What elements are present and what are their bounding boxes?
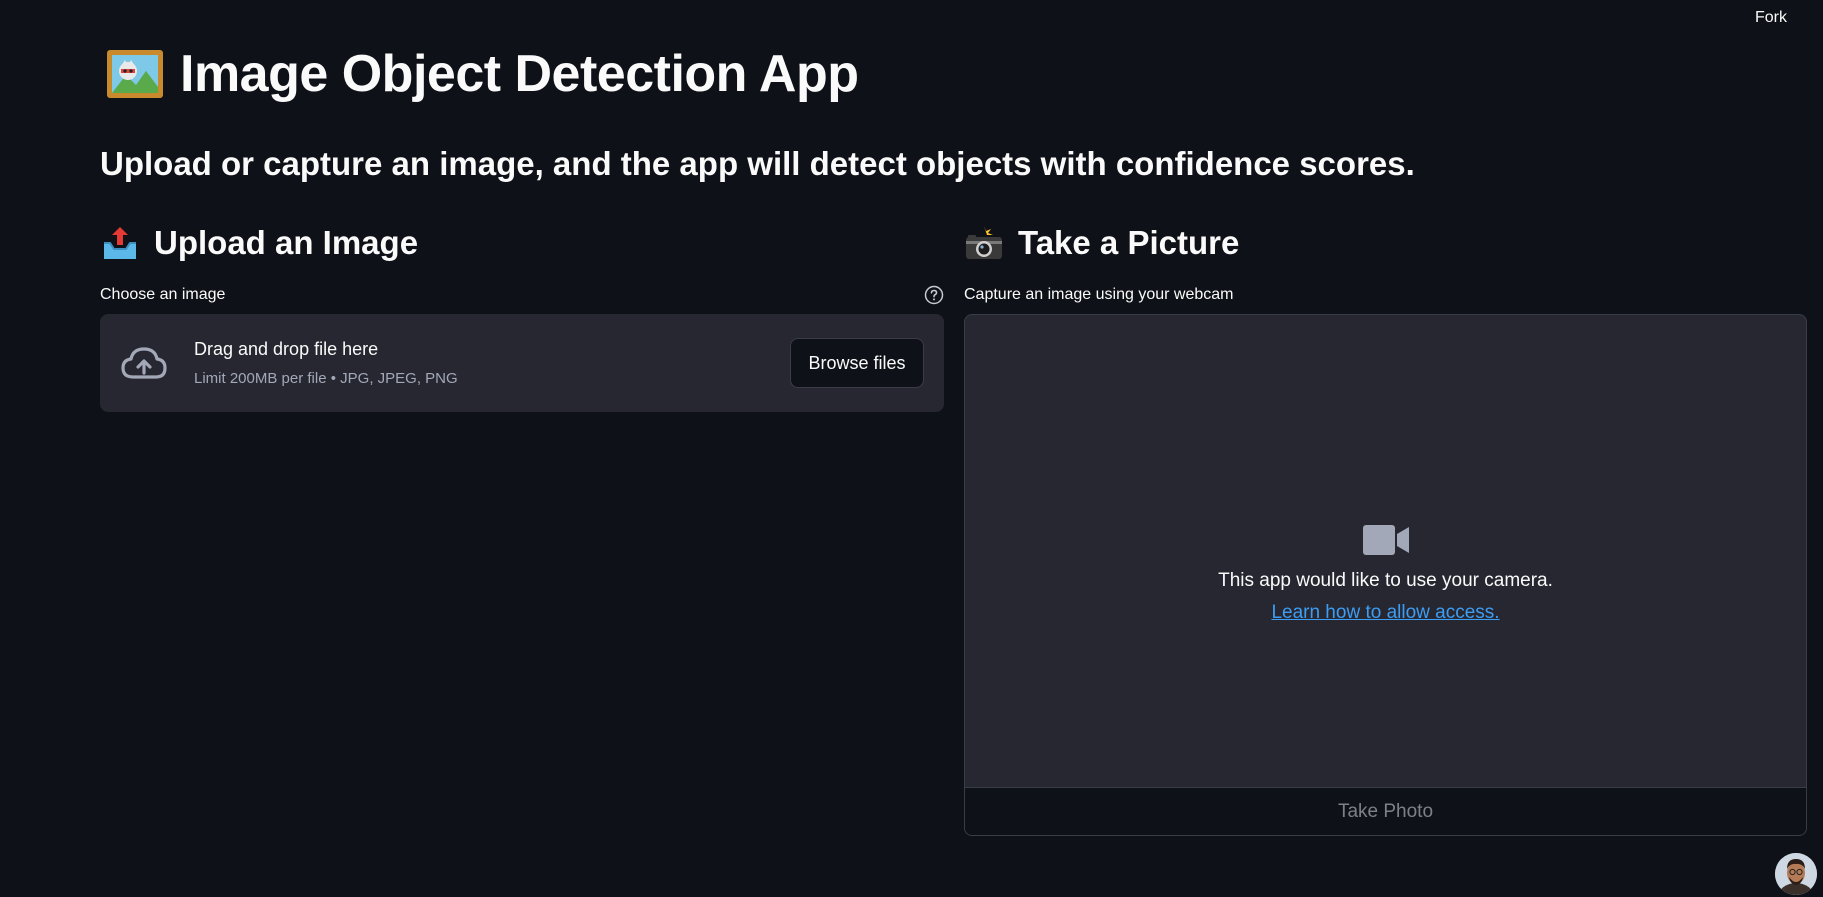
camera-label-row: Capture an image using your webcam — [964, 284, 1807, 306]
camera-permission-message: This app would like to use your camera. — [1218, 570, 1553, 591]
upload-label: Choose an image — [100, 286, 226, 303]
take-photo-button[interactable]: Take Photo — [965, 787, 1806, 835]
dropzone-text: Drag and drop file here Limit 200MB per … — [194, 339, 790, 387]
upload-heading-text: Upload an Image — [154, 224, 419, 261]
framed-picture-icon — [106, 49, 164, 99]
camera-with-flash-icon — [964, 225, 1004, 261]
upload-heading: Upload an Image — [100, 222, 944, 264]
page-title: Image Object Detection App — [106, 44, 859, 104]
camera-input: This app would like to use your camera. … — [964, 314, 1807, 836]
upload-column: Upload an Image Choose an image Drag and… — [100, 222, 944, 412]
file-dropzone[interactable]: Drag and drop file here Limit 200MB per … — [100, 314, 944, 412]
video-camera-icon — [1362, 524, 1410, 556]
camera-label: Capture an image using your webcam — [964, 286, 1234, 303]
page-subtitle: Upload or capture an image, and the app … — [100, 145, 1415, 182]
camera-column: Take a Picture Capture an image using yo… — [964, 222, 1807, 836]
allow-access-link[interactable]: Learn how to allow access. — [1271, 602, 1499, 624]
cloud-upload-icon — [120, 343, 168, 383]
avatar[interactable] — [1775, 853, 1817, 895]
outbox-tray-icon — [100, 225, 140, 261]
fork-link[interactable]: Fork — [1755, 9, 1787, 27]
question-circle-icon[interactable] — [924, 285, 944, 305]
upload-label-row: Choose an image — [100, 284, 944, 306]
dropzone-limit-text: Limit 200MB per file • JPG, JPEG, PNG — [194, 370, 458, 387]
camera-preview-area: This app would like to use your camera. … — [965, 315, 1806, 789]
camera-heading: Take a Picture — [964, 222, 1807, 264]
page-title-text: Image Object Detection App — [180, 45, 859, 103]
browse-files-button[interactable]: Browse files — [790, 338, 924, 388]
camera-heading-text: Take a Picture — [1018, 224, 1240, 261]
dropzone-main-text: Drag and drop file here — [194, 339, 379, 359]
